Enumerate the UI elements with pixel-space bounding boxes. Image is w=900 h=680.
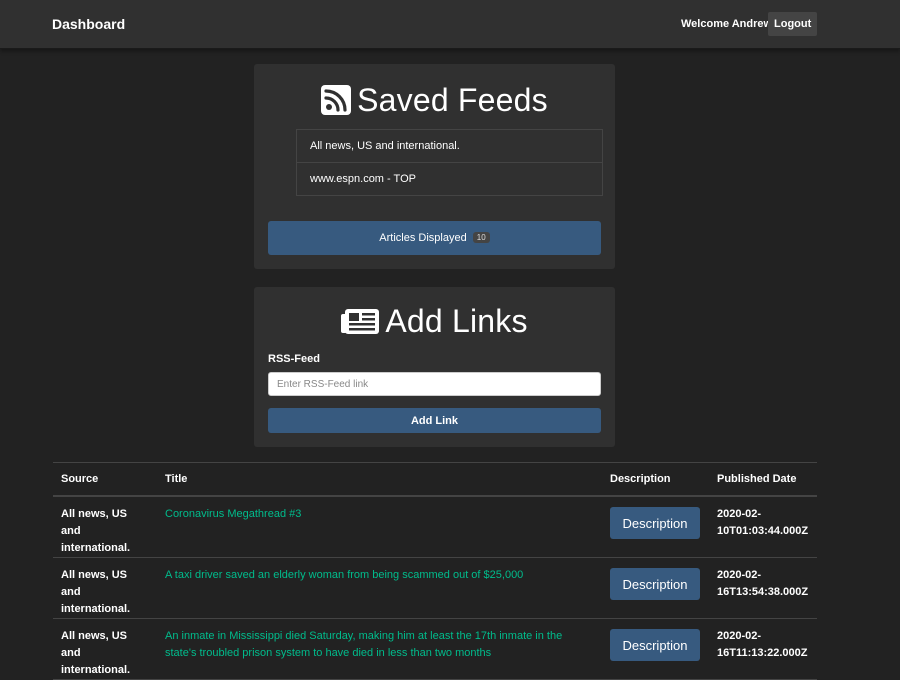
articles-displayed-label: Articles Displayed (379, 232, 467, 244)
add-link-button[interactable]: Add Link (268, 408, 601, 433)
saved-feeds-card: Saved Feeds All news, US and internation… (254, 64, 615, 269)
rss-feed-input[interactable] (268, 372, 601, 396)
feed-item[interactable]: All news, US and international. (297, 130, 602, 162)
add-links-card: Add Links RSS-Feed Add Link (254, 287, 615, 447)
navbar: Dashboard Welcome Andrew Logout (0, 0, 900, 49)
column-header-title: Title (157, 462, 602, 497)
row-published-date: 2020-02-10T01:03:44.000Z (709, 496, 817, 558)
feed-item[interactable]: www.espn.com - TOP (297, 162, 602, 195)
row-title-link[interactable]: An inmate in Mississippi died Saturday, … (157, 618, 602, 680)
column-header-published: Published Date (709, 462, 817, 497)
row-source: All news, US and international. (53, 557, 157, 619)
column-header-source: Source (53, 462, 157, 497)
row-description-cell: Description (602, 557, 709, 619)
articles-table: Source Title Description Published Date … (53, 462, 817, 680)
row-description-cell: Description (602, 496, 709, 558)
table-row: All news, US and international. A taxi d… (53, 557, 817, 619)
row-description-cell: Description (602, 618, 709, 680)
saved-feeds-title: Saved Feeds (357, 81, 548, 118)
table-row: All news, US and international. Coronavi… (53, 496, 817, 558)
column-header-description: Description (602, 462, 709, 497)
row-title-link[interactable]: Coronavirus Megathread #3 (157, 496, 602, 558)
welcome-text: Welcome Andrew (681, 18, 773, 30)
add-links-title: Add Links (385, 302, 528, 339)
table-header-row: Source Title Description Published Date (53, 462, 817, 497)
description-button[interactable]: Description (610, 507, 700, 539)
saved-feeds-heading: Saved Feeds (254, 80, 615, 120)
row-published-date: 2020-02-16T13:54:38.000Z (709, 557, 817, 619)
articles-count-badge: 10 (472, 232, 490, 243)
newspaper-icon (341, 309, 380, 334)
description-button[interactable]: Description (610, 568, 700, 600)
row-title-link[interactable]: A taxi driver saved an elderly woman fro… (157, 557, 602, 619)
row-published-date: 2020-02-16T11:13:22.000Z (709, 618, 817, 680)
add-links-heading: Add Links (254, 301, 615, 341)
feed-list: All news, US and international. www.espn… (296, 129, 603, 196)
rss-feed-label: RSS-Feed (268, 353, 320, 365)
row-source: All news, US and international. (53, 496, 157, 558)
table-row: All news, US and international. An inmat… (53, 618, 817, 680)
brand-link[interactable]: Dashboard (52, 16, 125, 32)
row-source: All news, US and international. (53, 618, 157, 680)
logout-button[interactable]: Logout (768, 12, 817, 36)
description-button[interactable]: Description (610, 629, 700, 661)
rss-icon (321, 85, 352, 115)
articles-displayed-button[interactable]: Articles Displayed 10 (268, 221, 601, 255)
